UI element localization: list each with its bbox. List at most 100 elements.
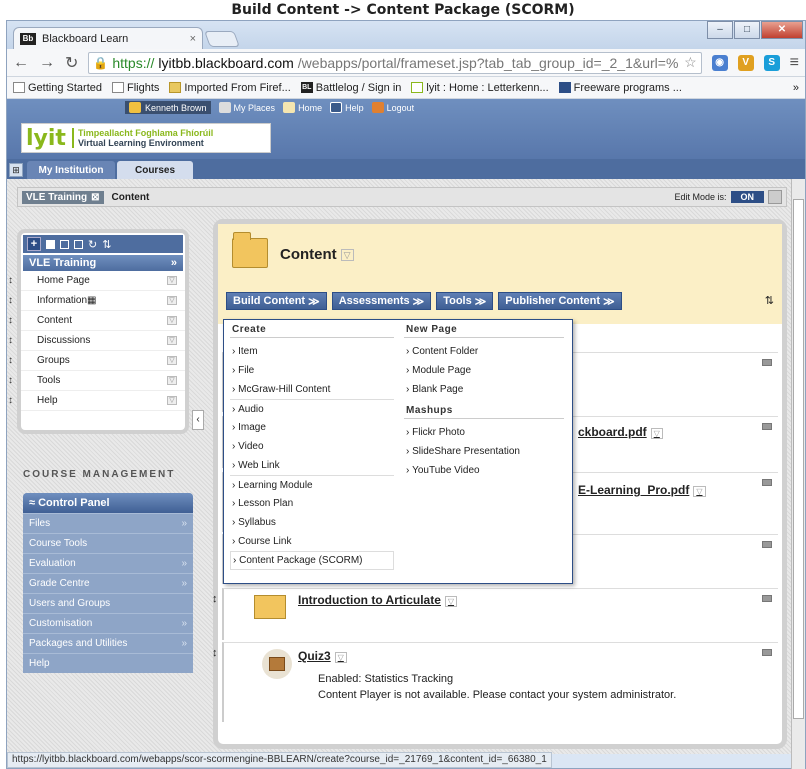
menu-view-folder-icon[interactable] bbox=[60, 239, 69, 249]
remove-icon[interactable] bbox=[762, 479, 772, 486]
edit-mode-on[interactable]: ON bbox=[730, 191, 764, 203]
drag-handle-icon[interactable]: ↕ bbox=[8, 315, 13, 326]
menu-toggle-icon[interactable]: ⊞ bbox=[9, 163, 23, 177]
menu-item-item[interactable]: › Item bbox=[230, 342, 394, 361]
cp-item-help[interactable]: Help bbox=[23, 653, 193, 673]
build-content-button[interactable]: Build Content ≫ bbox=[226, 292, 327, 310]
drag-handle-icon[interactable]: ↕ bbox=[8, 375, 13, 386]
menu-item-course-link[interactable]: › Course Link bbox=[230, 532, 394, 551]
bookmark-freeware[interactable]: Freeware programs ... bbox=[558, 82, 682, 94]
menu-item-image[interactable]: › Image bbox=[230, 418, 394, 437]
sidebar-item-discussions[interactable]: ↕ Discussions ▽ bbox=[8, 331, 185, 351]
drag-handle-icon[interactable]: ↕ bbox=[212, 647, 218, 659]
vimium-extension-icon[interactable]: V bbox=[737, 54, 754, 71]
chevron-down-icon[interactable]: ▽ bbox=[167, 296, 177, 305]
sidebar-item-home-page[interactable]: ↕ Home Page ▽ bbox=[8, 271, 185, 291]
bookmark-getting-started[interactable]: Getting Started bbox=[13, 82, 102, 94]
back-icon[interactable]: ← bbox=[13, 54, 29, 72]
more-bookmarks-icon[interactable]: » bbox=[793, 82, 799, 94]
cp-item-course-tools[interactable]: Course Tools bbox=[23, 533, 193, 553]
bookmark-flights[interactable]: Flights bbox=[112, 82, 159, 94]
item-title[interactable]: ckboard.pdf ▽ bbox=[578, 425, 663, 439]
assessments-button[interactable]: Assessments ≫ bbox=[331, 292, 432, 310]
address-bar[interactable]: 🔒 https://lyitbb.blackboard.com/webapps/… bbox=[88, 51, 702, 74]
drag-handle-icon[interactable]: ↕ bbox=[8, 355, 13, 366]
menu-item-mcgraw-hill[interactable]: › McGraw-Hill Content bbox=[230, 380, 394, 399]
new-tab-button[interactable] bbox=[204, 31, 240, 47]
maximize-button[interactable]: □ bbox=[734, 21, 760, 39]
nav-my-places[interactable]: My Places bbox=[218, 102, 275, 113]
menu-item-learning-module[interactable]: › Learning Module bbox=[230, 475, 394, 494]
bookmark-star-icon[interactable]: ☆ bbox=[684, 54, 697, 71]
sort-icon[interactable]: ⇅ bbox=[765, 294, 774, 307]
tab-courses[interactable]: Courses bbox=[117, 161, 193, 179]
sidebar-item-information[interactable]: ↕ Information ▦ ▽ bbox=[8, 291, 185, 311]
drag-handle-icon[interactable]: ↕ bbox=[8, 395, 13, 406]
reload-icon[interactable]: ↻ bbox=[65, 53, 78, 73]
remove-icon[interactable] bbox=[762, 541, 772, 548]
vertical-scrollbar[interactable] bbox=[791, 179, 805, 769]
tools-button[interactable]: Tools ≫ bbox=[436, 292, 494, 310]
collapse-menu-button[interactable]: ‹ bbox=[192, 410, 204, 430]
minimize-button[interactable]: – bbox=[707, 21, 733, 39]
menu-window-icon[interactable] bbox=[74, 239, 83, 249]
drag-handle-icon[interactable]: ↕ bbox=[8, 335, 13, 346]
menu-item-syllabus[interactable]: › Syllabus bbox=[230, 513, 394, 532]
chevron-down-icon[interactable]: ▽ bbox=[167, 396, 177, 405]
chevron-down-icon[interactable]: ▽ bbox=[167, 276, 177, 285]
sidebar-item-groups[interactable]: ↕ Groups ▽ bbox=[8, 351, 185, 371]
close-window-button[interactable]: ✕ bbox=[761, 21, 803, 39]
sidebar-item-help[interactable]: ↕ Help ▽ bbox=[8, 391, 185, 411]
extension-icon[interactable]: ◉ bbox=[711, 54, 728, 71]
nav-home[interactable]: Home bbox=[283, 102, 322, 113]
menu-item-module-page[interactable]: › Module Page bbox=[404, 361, 564, 380]
cp-item-grade-centre[interactable]: Grade Centre » bbox=[23, 573, 193, 593]
lyit-logo[interactable]: lyit Timpeallacht Foghlama Fhíorúil Virt… bbox=[21, 123, 271, 153]
bookmark-lyit[interactable]: lyit : Home : Letterkenn... bbox=[411, 82, 549, 94]
menu-item-lesson-plan[interactable]: › Lesson Plan bbox=[230, 494, 394, 513]
item-title[interactable]: Introduction to Articulate ▽ bbox=[298, 593, 458, 607]
edit-mode-off[interactable] bbox=[768, 190, 782, 204]
cp-item-files[interactable]: Files » bbox=[23, 513, 193, 533]
menu-item-video[interactable]: › Video bbox=[230, 437, 394, 456]
chevron-down-icon[interactable]: ▽ bbox=[340, 248, 354, 261]
chevron-down-icon[interactable]: ▽ bbox=[167, 356, 177, 365]
refresh-icon[interactable]: ↻ bbox=[88, 238, 97, 251]
scrollbar-thumb[interactable] bbox=[793, 199, 804, 719]
cp-item-packages[interactable]: Packages and Utilities » bbox=[23, 633, 193, 653]
add-menu-item-button[interactable]: + bbox=[27, 237, 41, 251]
chevron-down-icon[interactable]: ▽ bbox=[167, 376, 177, 385]
menu-item-content-folder[interactable]: › Content Folder bbox=[404, 342, 564, 361]
remove-icon[interactable] bbox=[762, 595, 772, 602]
skype-extension-icon[interactable]: S bbox=[763, 54, 780, 71]
menu-item-file[interactable]: › File bbox=[230, 361, 394, 380]
bookmark-battlelog[interactable]: BL Battlelog / Sign in bbox=[300, 82, 401, 94]
cp-item-users-groups[interactable]: Users and Groups bbox=[23, 593, 193, 613]
remove-icon[interactable] bbox=[762, 359, 772, 366]
browser-tab[interactable]: Bb Blackboard Learn × bbox=[13, 27, 203, 49]
sidebar-item-content[interactable]: ↕ Content ▽ bbox=[8, 311, 185, 331]
drag-handle-icon[interactable]: ↕ bbox=[212, 593, 218, 605]
menu-item-slideshare[interactable]: › SlideShare Presentation bbox=[404, 442, 564, 461]
chevron-down-icon[interactable]: ▽ bbox=[444, 596, 458, 607]
menu-item-web-link[interactable]: › Web Link bbox=[230, 456, 394, 475]
item-title[interactable]: E-Learning_Pro.pdf ▽ bbox=[578, 483, 706, 497]
remove-icon[interactable] bbox=[762, 649, 772, 656]
nav-logout[interactable]: Logout bbox=[371, 102, 414, 113]
chevron-down-icon[interactable]: ▽ bbox=[167, 336, 177, 345]
chevron-down-icon[interactable]: ▽ bbox=[334, 652, 347, 663]
publisher-content-button[interactable]: Publisher Content ≫ bbox=[498, 292, 622, 310]
menu-item-blank-page[interactable]: › Blank Page bbox=[404, 380, 564, 399]
menu-icon[interactable]: ≡ bbox=[790, 54, 799, 72]
item-title[interactable]: Quiz3 ▽ bbox=[298, 649, 347, 663]
user-menu[interactable]: Kenneth Brown bbox=[125, 101, 211, 114]
drag-handle-icon[interactable]: ↕ bbox=[8, 275, 13, 286]
menu-item-audio[interactable]: › Audio bbox=[230, 399, 394, 418]
menu-item-content-package[interactable]: › Content Package (SCORM) bbox=[230, 551, 394, 570]
tab-my-institution[interactable]: My Institution bbox=[27, 161, 115, 179]
drag-handle-icon[interactable]: ↕ bbox=[8, 295, 13, 306]
control-panel-title[interactable]: ≈ Control Panel bbox=[23, 493, 193, 513]
breadcrumb-course[interactable]: VLE Training ⊠ bbox=[22, 190, 104, 204]
sort-icon[interactable]: ⇅ bbox=[102, 238, 111, 251]
chevron-down-icon[interactable]: ▽ bbox=[167, 316, 177, 325]
